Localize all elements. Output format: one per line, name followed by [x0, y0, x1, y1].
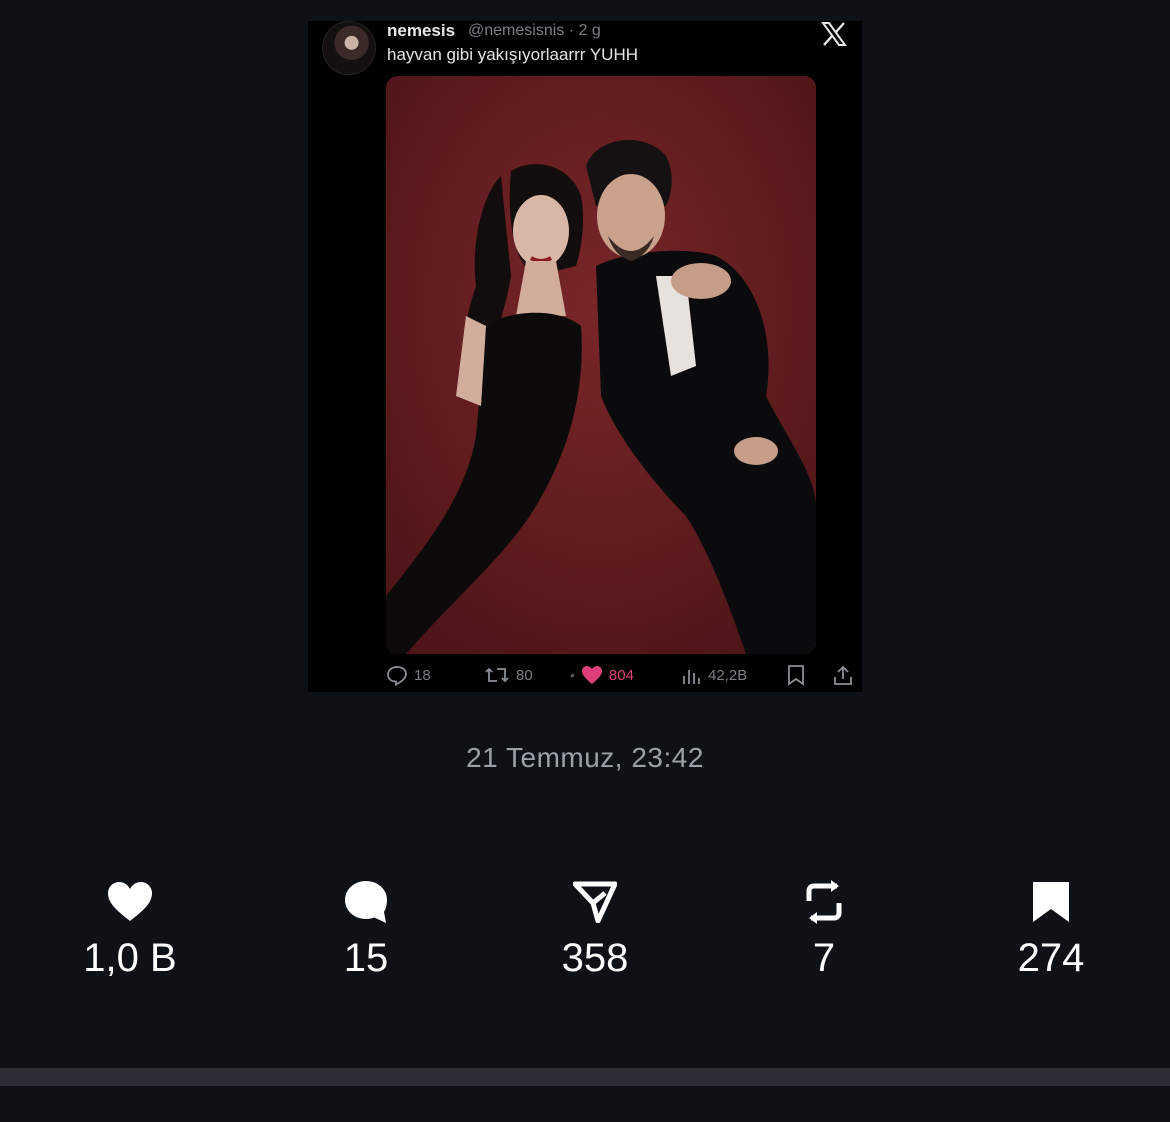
tweet-text: hayvan gibi yakışıyorlaarrr YUHH [387, 45, 638, 64]
comment-bubble-icon [342, 878, 390, 926]
tweet-avatar [322, 21, 376, 75]
mini-like-count: 804 [608, 666, 634, 684]
mini-views-count: 42,2B [708, 666, 748, 684]
views-bar-chart-icon [683, 670, 700, 684]
save-count: 274 [1017, 936, 1085, 980]
post-detail-page: nemesis @nemesisnis · 2 g hayvan gibi ya… [0, 0, 1170, 1122]
like-count: 1,0 B [83, 936, 177, 980]
heart-icon [106, 878, 154, 926]
mini-bookmark [786, 661, 806, 689]
bottom-divider [0, 1068, 1170, 1086]
comment-count: 15 [343, 936, 389, 980]
mini-views: 42,2B [680, 661, 747, 689]
mini-like: • 804 [570, 661, 634, 689]
repost-icon [800, 878, 848, 926]
bookmark-icon [1027, 878, 1075, 926]
tweet-handle-time: @nemesisnis · 2 g [468, 22, 601, 39]
repost-button[interactable]: 7 [744, 878, 904, 978]
comment-button[interactable]: 15 [286, 878, 446, 978]
post-timestamp: 21 Temmuz, 23:42 [466, 742, 704, 773]
tweet-photo [386, 76, 816, 654]
mini-reply: 18 [386, 661, 431, 689]
paper-plane-icon [571, 878, 619, 926]
reply-icon [387, 666, 407, 686]
share-upload-icon [834, 665, 852, 685]
mini-like-dot-icon: • [570, 667, 575, 683]
embedded-tweet-actions: 18 80 • 804 42,2B [386, 661, 852, 689]
mini-retweet-count: 80 [516, 666, 533, 684]
repost-count: 7 [812, 936, 836, 980]
x-logo-icon [821, 22, 847, 46]
heart-icon [581, 666, 602, 684]
send-button[interactable]: 358 [515, 878, 675, 978]
share-count: 358 [561, 936, 629, 980]
mini-retweet: 80 [484, 661, 533, 689]
save-button[interactable]: 274 [971, 878, 1131, 978]
like-button[interactable]: 1,0 B [50, 878, 210, 978]
mini-share [832, 661, 854, 689]
couple-photo [386, 76, 816, 654]
retweet-icon [485, 667, 509, 683]
bookmark-outline-icon [788, 665, 804, 686]
tweet-author-name: nemesis [387, 21, 456, 40]
embedded-tweet-image[interactable]: nemesis @nemesisnis · 2 g hayvan gibi ya… [308, 21, 862, 692]
mini-reply-count: 18 [414, 666, 431, 684]
